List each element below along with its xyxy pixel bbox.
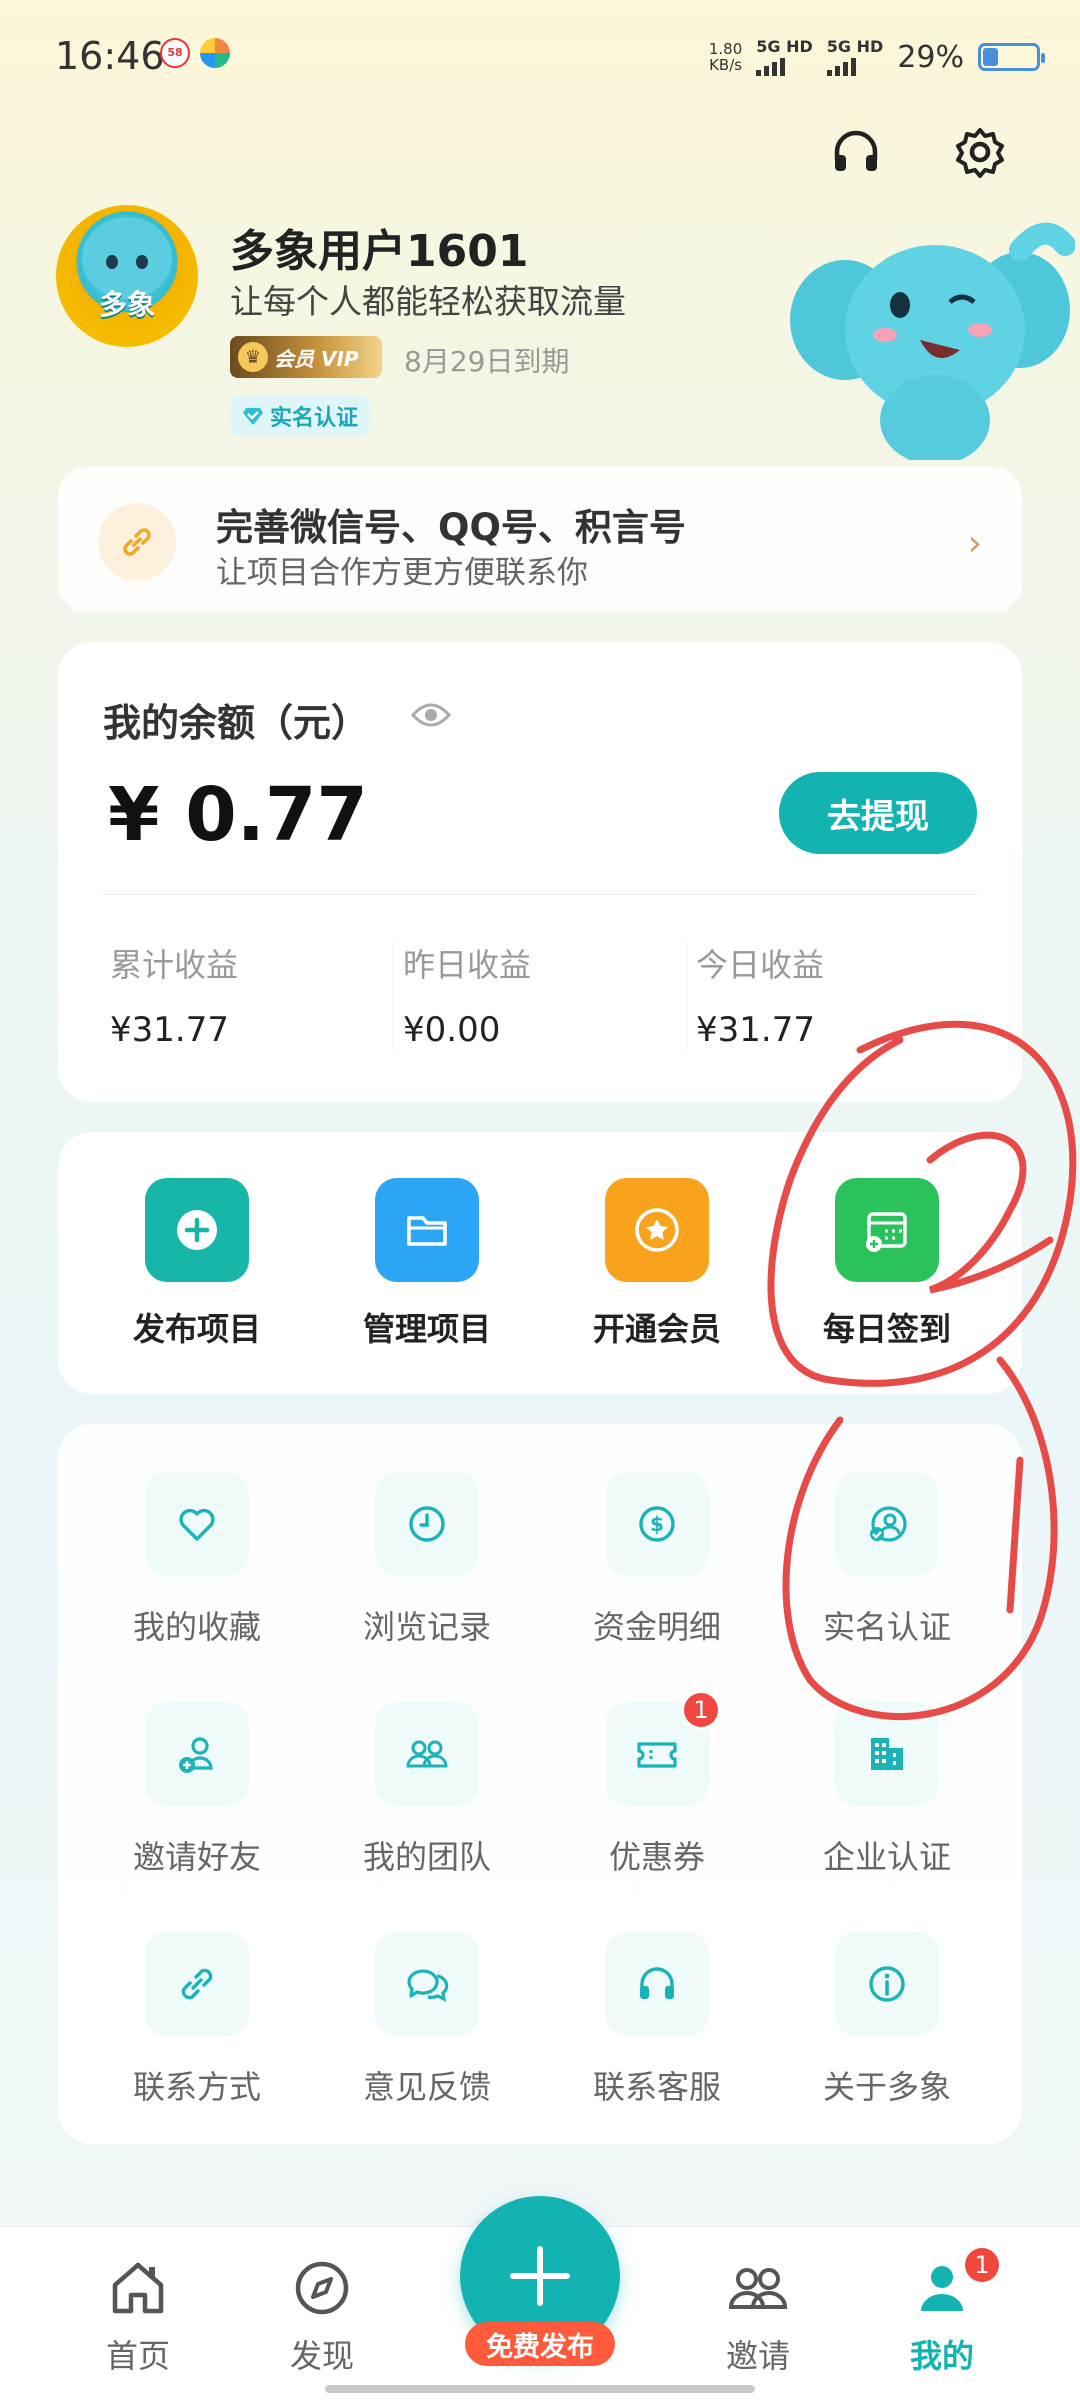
heart-icon: [145, 1472, 249, 1576]
battery-percent: 29%: [897, 39, 964, 75]
nav-discover[interactable]: 发现: [252, 2255, 392, 2377]
balance-label: 我的余额（元）: [103, 701, 370, 745]
avatar-brand-text: 多象: [98, 288, 155, 321]
fund-details-item[interactable]: $ 资金明细: [542, 1472, 772, 1648]
stat-yesterday-income: 昨日收益 ¥0.00: [403, 946, 532, 1050]
clock-icon: [375, 1472, 479, 1576]
net-speed: 1.80 KB/s: [708, 40, 743, 74]
info-icon: [835, 1932, 939, 2036]
vip-badge[interactable]: ♛ 会员 VIP: [230, 336, 382, 378]
status-icons: 1.80 KB/s 5G HD 5G HD 29%: [708, 38, 1045, 76]
browse-history-item[interactable]: 浏览记录: [312, 1472, 542, 1648]
verified-diamond-icon: [243, 408, 263, 425]
divider: [686, 942, 687, 1052]
folder-icon: [375, 1178, 479, 1282]
balance-card: 我的余额（元） ¥ 0.77 去提现 累计收益 ¥31.77 昨日收益 ¥0.00 …: [58, 642, 1022, 1102]
publish-project-button[interactable]: 发布项目: [82, 1178, 312, 1350]
nav-invite[interactable]: 邀请: [688, 2255, 828, 2377]
real-name-verification-item[interactable]: 实名认证: [772, 1472, 1002, 1648]
plus-icon: [510, 2246, 570, 2306]
team-icon: [375, 1702, 479, 1806]
svg-text:$: $: [650, 1512, 664, 1536]
vip-expiry: 8月29日到期: [404, 345, 570, 378]
home-indicator: [325, 2385, 755, 2393]
calendar-add-icon: [835, 1178, 939, 1282]
headset-icon: [605, 1932, 709, 2036]
link-icon: [98, 503, 176, 581]
headset-icon: [834, 130, 878, 171]
signal-1: 5G HD: [756, 38, 813, 76]
banner-subtitle: 让项目合作方更方便联系你: [216, 555, 588, 591]
chat-icon: [375, 1932, 479, 2036]
verified-badge: 实名认证: [230, 396, 371, 436]
open-membership-button[interactable]: 开通会员: [542, 1178, 772, 1350]
battery-icon: [978, 43, 1045, 71]
user-add-icon: [145, 1702, 249, 1806]
star-badge-icon: [605, 1178, 709, 1282]
complete-contact-banner[interactable]: 完善微信号、QQ号、积言号 让项目合作方更方便联系你 ›: [58, 467, 1022, 613]
favorites-item[interactable]: 我的收藏: [82, 1472, 312, 1648]
app-notification-icon-2: [200, 38, 230, 68]
stat-today-income: 今日收益 ¥31.77: [696, 946, 825, 1050]
services-grid: 我的收藏 浏览记录 $ 资金明细 实名认证 邀请好友 我的团队 1 优惠券 企业…: [58, 1424, 1022, 2144]
compass-icon: [295, 2261, 349, 2315]
chevron-right-icon: ›: [967, 523, 982, 564]
app-notification-icon: 58: [160, 38, 190, 68]
quick-actions-card: 发布项目 管理项目 开通会员 每日签到: [58, 1132, 1022, 1394]
customer-service-button[interactable]: [826, 122, 886, 182]
gear-icon: [956, 128, 1004, 178]
contact-info-item[interactable]: 联系方式: [82, 1932, 312, 2108]
dollar-icon: $: [605, 1472, 709, 1576]
username: 多象用户1601: [230, 226, 529, 277]
coupons-item[interactable]: 1 优惠券: [542, 1690, 772, 1878]
feedback-item[interactable]: 意见反馈: [312, 1932, 542, 2108]
banner-title: 完善微信号、QQ号、积言号: [216, 506, 686, 549]
slogan: 让每个人都能轻松获取流量: [230, 282, 626, 321]
balance-amount: ¥ 0.77: [108, 772, 368, 858]
home-icon: [112, 2262, 164, 2314]
people-icon: [728, 2268, 788, 2309]
customer-service-item[interactable]: 联系客服: [542, 1932, 772, 2108]
nav-home[interactable]: 首页: [68, 2255, 208, 2377]
status-time: 16:46: [55, 34, 165, 78]
stat-total-income: 累计收益 ¥31.77: [110, 946, 239, 1050]
elephant-mascot-illustration: [790, 222, 1075, 460]
user-check-icon: [835, 1472, 939, 1576]
about-item[interactable]: 关于多象: [772, 1932, 1002, 2108]
manage-project-button[interactable]: 管理项目: [312, 1178, 542, 1350]
building-icon: [835, 1702, 939, 1806]
link-icon: [145, 1932, 249, 2036]
eye-icon[interactable]: [410, 700, 452, 734]
avatar[interactable]: 多象: [56, 205, 198, 347]
status-bar: 16:46 58 1.80 KB/s 5G HD 5G HD 29%: [0, 0, 1080, 110]
coupon-badge: 1: [681, 1690, 721, 1730]
my-team-item[interactable]: 我的团队: [312, 1702, 542, 1878]
settings-button[interactable]: [950, 122, 1010, 182]
divider: [393, 942, 394, 1052]
coupon-icon: 1: [605, 1690, 721, 1806]
daily-checkin-button[interactable]: 每日签到: [772, 1178, 1002, 1350]
divider: [103, 894, 977, 895]
vip-label: 会员 VIP: [274, 346, 359, 371]
crown-icon: ♛: [238, 342, 268, 372]
mine-badge: 1: [962, 2245, 1002, 2285]
free-publish-label[interactable]: 免费发布: [465, 2322, 615, 2366]
withdraw-button[interactable]: 去提现: [779, 772, 977, 854]
enterprise-verification-item[interactable]: 企业认证: [772, 1702, 1002, 1878]
signal-2: 5G HD: [826, 38, 883, 76]
plus-circle-icon: [145, 1178, 249, 1282]
nav-mine[interactable]: 我的 1: [872, 2245, 1012, 2377]
invite-friends-item[interactable]: 邀请好友: [82, 1702, 312, 1878]
